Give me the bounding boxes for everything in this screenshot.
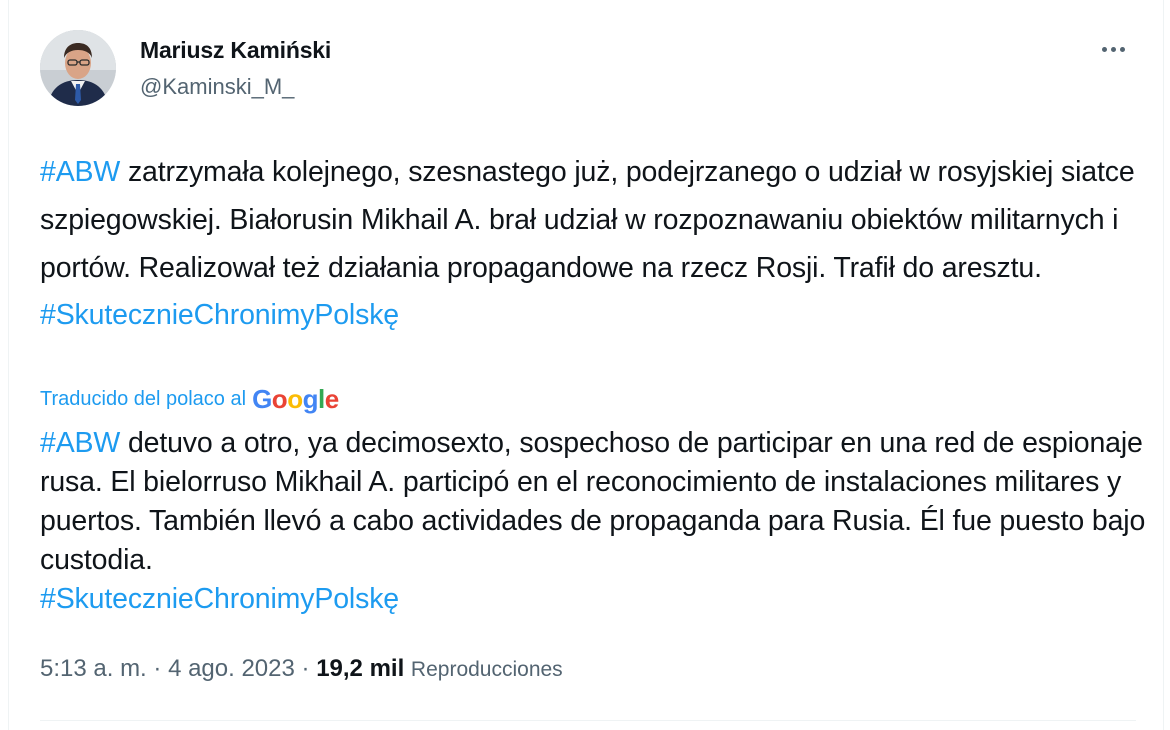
tweet-time-link[interactable]: 5:13 a. m. — [40, 655, 147, 682]
hashtag-polska-link[interactable]: #SkutecznieChronimyPolskę — [40, 299, 399, 331]
tweet-text-body: zatrzymała kolejnego, szesnastego już, p… — [40, 156, 1135, 284]
tweet-text: #ABW zatrzymała kolejnego, szesnastego j… — [40, 148, 1140, 338]
google-letter: G — [252, 384, 272, 414]
google-letter: o — [287, 384, 303, 414]
author-display-name[interactable]: Mariusz Kamiński — [140, 36, 331, 64]
google-letter: o — [271, 384, 288, 414]
google-letter: l — [317, 384, 325, 414]
more-horizontal-icon-dot — [1110, 46, 1116, 52]
tweet-card: Mariusz Kamiński @Kaminski_M_ #ABW zatrz… — [0, 0, 1170, 730]
hashtag-polska-link-translated[interactable]: #SkutecznieChronimyPolskę — [40, 583, 399, 615]
translation-attribution: Traducido del polaco al Google — [40, 382, 339, 416]
translated-text: #ABW detuvo a otro, ya decimosexto, sosp… — [40, 424, 1150, 619]
google-letter: e — [324, 384, 339, 414]
google-letter: g — [302, 384, 319, 414]
views-count: 19,2 mil — [316, 655, 405, 682]
hashtag-abw-link-translated[interactable]: #ABW — [40, 427, 120, 459]
more-horizontal-icon-dot — [1119, 46, 1125, 52]
views-label: Reproducciones — [410, 658, 563, 681]
more-horizontal-icon — [1101, 46, 1107, 52]
more-options-button[interactable] — [1096, 36, 1130, 62]
translation-label[interactable]: Traducido del polaco al — [40, 388, 246, 411]
avatar[interactable] — [40, 30, 116, 106]
author-block: Mariusz Kamiński @Kaminski_M_ — [140, 36, 331, 101]
avatar-image — [40, 30, 116, 106]
translated-text-body: detuvo a otro, ya decimosexto, sospechos… — [40, 427, 1146, 576]
divider — [40, 720, 1136, 721]
author-handle[interactable]: @Kaminski_M_ — [140, 73, 331, 101]
google-logo: Google — [252, 386, 339, 412]
frame-border-right — [1163, 0, 1164, 730]
frame-border-left — [8, 0, 9, 730]
hashtag-abw-link[interactable]: #ABW — [40, 156, 120, 188]
meta-separator: · — [146, 655, 169, 682]
tweet-meta: 5:13 a. m. · 4 ago. 2023 · 19,2 mil Repr… — [40, 652, 563, 687]
tweet-date-link[interactable]: 4 ago. 2023 — [168, 655, 295, 682]
meta-separator: · — [294, 655, 317, 682]
